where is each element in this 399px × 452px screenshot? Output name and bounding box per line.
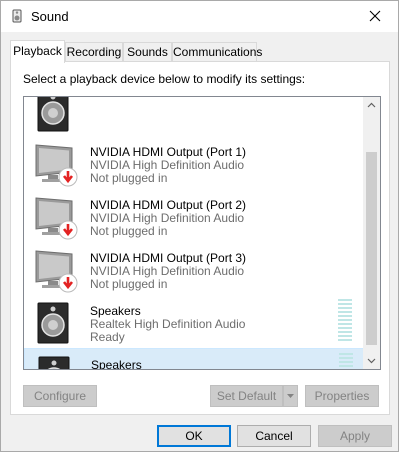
device-description: NVIDIA High Definition Audio <box>90 264 245 278</box>
meter-segment <box>338 299 352 301</box>
properties-button[interactable]: Properties <box>305 385 379 407</box>
device-item[interactable]: NVIDIA HDMI Output (Port 2) NVIDIA High D… <box>24 189 364 242</box>
window-title: Sound <box>31 9 69 24</box>
tab-recording[interactable]: Recording <box>65 42 123 62</box>
meter-segment <box>338 307 352 309</box>
apply-button[interactable]: Apply <box>318 425 392 447</box>
unplugged-arrow-icon <box>58 273 78 293</box>
unplugged-arrow-icon <box>58 220 78 240</box>
device-item[interactable] <box>24 97 364 136</box>
device-status: Not plugged in <box>90 171 168 185</box>
chevron-down-icon <box>287 394 294 398</box>
scroll-up-button[interactable] <box>363 97 380 114</box>
meter-segment <box>338 315 352 317</box>
device-item[interactable]: SpeakersTEAC AI-101 AudioDefault Device <box>24 348 364 370</box>
vertical-scrollbar[interactable] <box>363 97 380 369</box>
meter-segment <box>339 353 353 355</box>
chevron-down-icon <box>367 358 376 364</box>
configure-button[interactable]: Configure <box>23 385 97 407</box>
ok-button[interactable]: OK <box>157 425 231 447</box>
playback-panel: Select a playback device below to modify… <box>10 61 390 415</box>
device-status: Not plugged in <box>90 277 168 291</box>
meter-segment <box>338 335 352 337</box>
device-status: Ready <box>90 330 125 344</box>
meter-segment <box>338 303 352 305</box>
speaker-icon <box>33 355 81 369</box>
cancel-button[interactable]: Cancel <box>237 425 311 447</box>
speaker-app-icon <box>12 9 22 23</box>
device-items: NVIDIA HDMI Output (Port 1) NVIDIA High D… <box>24 97 364 370</box>
device-item[interactable]: NVIDIA HDMI Output (Port 1) NVIDIA High D… <box>24 136 364 189</box>
scroll-thumb[interactable] <box>366 152 377 345</box>
device-name: NVIDIA HDMI Output (Port 2) <box>90 198 247 212</box>
device-item[interactable]: NVIDIA HDMI Output (Port 3) NVIDIA High D… <box>24 242 364 295</box>
tab-communications[interactable]: Communications <box>172 42 262 62</box>
tab-sounds[interactable]: Sounds <box>123 42 172 62</box>
device-name: Speakers <box>90 304 141 318</box>
meter-segment <box>338 323 352 325</box>
title-bar[interactable]: Sound <box>1 1 398 32</box>
meter-segment <box>339 361 353 363</box>
meter-segment <box>339 369 353 370</box>
set-default-dropdown[interactable] <box>283 385 298 407</box>
device-name: NVIDIA HDMI Output (Port 3) <box>90 251 247 265</box>
unplugged-arrow-icon <box>58 167 78 187</box>
chevron-up-icon <box>367 102 376 108</box>
tab-playback[interactable]: Playback <box>10 40 65 63</box>
meter-segment <box>338 339 352 341</box>
meter-segment <box>339 357 353 359</box>
scroll-down-button[interactable] <box>363 352 380 369</box>
meter-segment <box>338 311 352 313</box>
close-button[interactable] <box>352 1 398 32</box>
device-description: NVIDIA High Definition Audio <box>90 158 245 172</box>
device-item[interactable]: Speakers Realtek High Definition Audio Rea… <box>24 295 364 348</box>
speaker-icon <box>32 97 80 133</box>
device-list[interactable]: NVIDIA HDMI Output (Port 1) NVIDIA High D… <box>23 96 381 370</box>
device-status: Not plugged in <box>90 224 168 238</box>
device-name: Speakers <box>91 358 142 370</box>
meter-segment <box>338 319 352 321</box>
meter-segment <box>338 327 352 329</box>
sound-dialog: Sound Playback Recording Sounds Communic… <box>0 0 399 452</box>
volume-meter <box>338 299 352 343</box>
set-default-button[interactable]: Set Default <box>210 385 283 407</box>
instruction-text: Select a playback device below to modify… <box>23 72 306 86</box>
meter-segment <box>338 331 352 333</box>
device-name: NVIDIA HDMI Output (Port 1) <box>90 145 247 159</box>
device-description: Realtek High Definition Audio <box>90 317 246 331</box>
volume-meter <box>339 353 353 370</box>
device-description: NVIDIA High Definition Audio <box>90 211 245 225</box>
meter-segment <box>339 365 353 367</box>
speaker-icon <box>32 301 80 345</box>
close-icon <box>369 10 381 22</box>
